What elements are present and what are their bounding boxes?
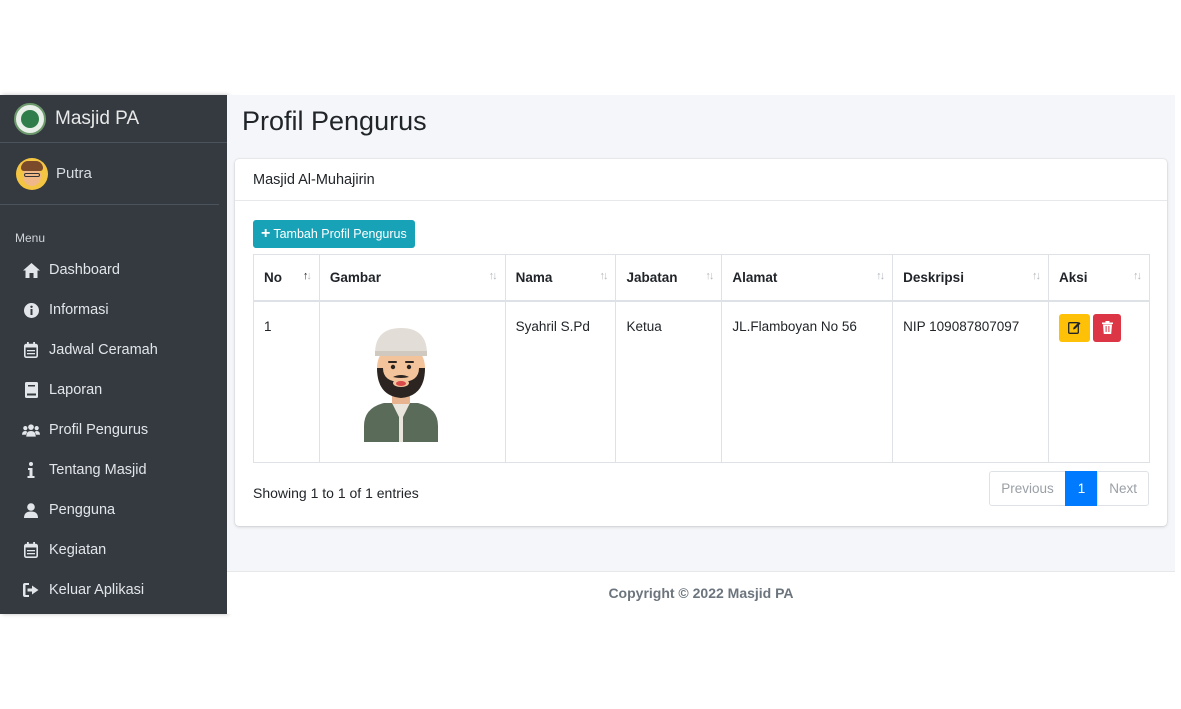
card: Masjid Al-Muhajirin + Tambah Profil Peng…: [235, 159, 1167, 526]
sidebar-item-kegiatan[interactable]: Kegiatan: [0, 530, 227, 570]
copyright-text: Copyright © 2022 Masjid PA: [608, 585, 794, 601]
next-page-button[interactable]: Next: [1097, 471, 1149, 506]
sort-icon: ↑↓: [488, 270, 498, 282]
cell-gambar: [318, 300, 506, 463]
page-1-button[interactable]: 1: [1064, 471, 1099, 506]
app-frame: Masjid PA Putra Menu Dashboard Informasi: [0, 95, 1175, 614]
menu-header: Menu: [15, 231, 46, 245]
page-title: Profil Pengurus: [242, 106, 427, 136]
brand-name: Masjid PA: [55, 107, 140, 129]
cell-deskripsi: NIP 109087807097: [892, 300, 1050, 463]
card-title: Masjid Al-Muhajirin: [235, 159, 1167, 201]
cell-aksi: [1048, 300, 1150, 463]
sidebar: Masjid PA Putra Menu Dashboard Informasi: [0, 95, 227, 614]
column-header-nama[interactable]: Nama ↑↓: [504, 254, 617, 302]
table-info: Showing 1 to 1 of 1 entries: [253, 485, 419, 501]
sidebar-item-laporan[interactable]: Laporan: [0, 370, 227, 410]
column-header-aksi[interactable]: Aksi ↑↓: [1048, 254, 1150, 302]
sidebar-item-label: Laporan: [49, 382, 103, 398]
sort-icon: ↑↓: [876, 270, 885, 282]
column-header-gambar[interactable]: Gambar ↑↓: [318, 254, 506, 302]
add-profile-button-label: Tambah Profil Pengurus: [273, 227, 407, 241]
sidebar-item-dashboard[interactable]: Dashboard: [0, 250, 227, 290]
calendar-icon: [22, 341, 40, 359]
sidebar-item-label: Informasi: [49, 302, 109, 318]
brand-link[interactable]: Masjid PA: [0, 95, 227, 143]
column-header-no[interactable]: No ↑↓: [253, 254, 320, 302]
sidebar-item-label: Kegiatan: [49, 542, 107, 558]
sidebar-item-pengguna[interactable]: Pengguna: [0, 490, 227, 530]
sort-icon: ↑↓: [1133, 270, 1142, 282]
sidebar-item-label: Profil Pengurus: [49, 422, 149, 438]
edit-icon: [1068, 322, 1081, 334]
table-row: 1 Syahril S.Pd Ketua JL.Flamboyan No 56 …: [253, 300, 1150, 463]
info-icon: [22, 461, 40, 479]
cell-jabatan: Ketua: [615, 300, 723, 463]
sort-icon: ↑↓: [1032, 270, 1041, 282]
user-icon: [22, 501, 40, 519]
previous-page-button[interactable]: Previous: [989, 471, 1066, 506]
add-profile-button[interactable]: + Tambah Profil Pengurus: [253, 220, 415, 248]
sidebar-item-keluar-aplikasi[interactable]: Keluar Aplikasi: [0, 570, 227, 610]
users-icon: [22, 421, 40, 439]
calendar-icon: [22, 541, 40, 559]
footer: Copyright © 2022 Masjid PA: [227, 571, 1175, 614]
pagination: Previous 1 Next: [989, 471, 1149, 506]
sidebar-item-label: Keluar Aplikasi: [49, 582, 145, 598]
info-circle-icon: [22, 301, 40, 319]
user-panel[interactable]: Putra: [0, 143, 219, 205]
cell-no: 1: [253, 300, 320, 463]
sidebar-item-profil-pengurus[interactable]: Profil Pengurus: [0, 410, 227, 450]
sign-out-icon: [22, 581, 40, 599]
sort-ascending-icon: ↑↓: [302, 270, 312, 282]
sidebar-item-label: Dashboard: [49, 262, 120, 278]
column-header-alamat[interactable]: Alamat ↑↓: [721, 254, 894, 302]
user-name: Putra: [56, 165, 92, 182]
column-header-deskripsi[interactable]: Deskripsi ↑↓: [892, 254, 1050, 302]
avatar: [16, 157, 48, 190]
sidebar-item-label: Tentang Masjid: [49, 462, 147, 478]
cell-alamat: JL.Flamboyan No 56: [721, 300, 894, 463]
edit-button[interactable]: [1059, 313, 1091, 342]
sidebar-item-label: Pengguna: [49, 502, 116, 518]
column-header-jabatan[interactable]: Jabatan ↑↓: [615, 254, 723, 302]
brand-logo-icon: [14, 102, 46, 135]
profile-photo: [363, 327, 438, 442]
main-content: Profil Pengurus Masjid Al-Muhajirin + Ta…: [227, 95, 1175, 571]
home-icon: [22, 261, 40, 279]
sidebar-item-label: Jadwal Ceramah: [49, 342, 158, 358]
sidebar-item-tentang-masjid[interactable]: Tentang Masjid: [0, 450, 227, 490]
delete-button[interactable]: [1093, 313, 1122, 342]
cell-nama: Syahril S.Pd: [504, 300, 617, 463]
sidebar-item-informasi[interactable]: Informasi: [0, 290, 227, 330]
sort-icon: ↑↓: [599, 270, 608, 282]
book-icon: [22, 381, 40, 399]
table-header-row: No ↑↓ Gambar ↑↓ Nama ↑↓ Jabatan ↑↓ Alamat ↑↓ …: [253, 254, 1150, 302]
data-table: No ↑↓ Gambar ↑↓ Nama ↑↓ Jabatan ↑↓ Alamat ↑↓ …: [253, 254, 1150, 463]
row-actions: [1059, 313, 1139, 342]
plus-icon: +: [261, 225, 271, 242]
trash-icon: [1101, 321, 1113, 334]
sort-icon: ↑↓: [705, 270, 714, 282]
sidebar-item-jadwal-ceramah[interactable]: Jadwal Ceramah: [0, 330, 227, 370]
